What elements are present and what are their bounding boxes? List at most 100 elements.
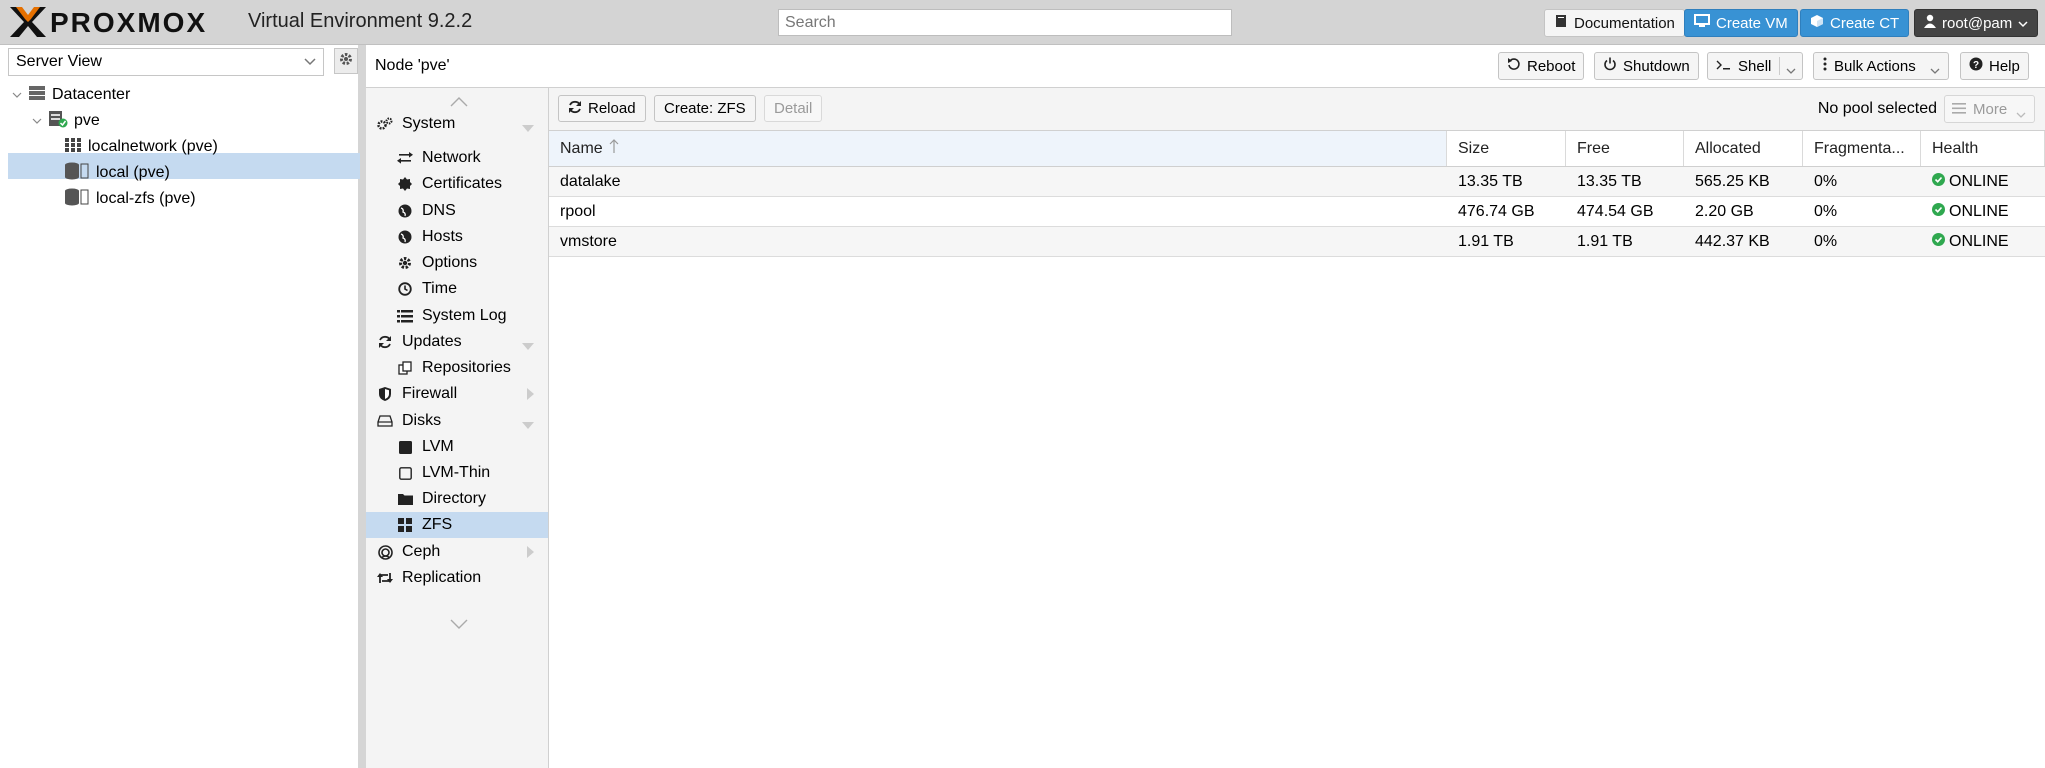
table-row[interactable]: rpool 476.74 GB 474.54 GB 2.20 GB 0% ONL… (549, 197, 2045, 227)
nav-time[interactable]: Time (366, 276, 548, 302)
nav-system-log[interactable]: System Log (366, 303, 548, 329)
column-label: Free (1577, 139, 1610, 157)
node-online-icon (48, 110, 68, 133)
scroll-up-icon[interactable] (450, 94, 468, 112)
server-stack-icon (28, 85, 46, 106)
reload-button[interactable]: Reload (558, 95, 646, 122)
cell-fragmentation: 0% (1814, 202, 1838, 220)
grid-header: Name Size Free Allocated Fragmenta... He… (549, 131, 2045, 167)
nav-disks[interactable]: Disks (366, 408, 548, 434)
version-label: Virtual Environment 9.2.2 (248, 10, 473, 32)
node-header: Node 'pve' Reboot Shutdown Shell Bulk Ac… (366, 45, 2045, 88)
scroll-down-icon[interactable] (450, 616, 468, 634)
column-header-size[interactable]: Size (1447, 131, 1566, 166)
search-input[interactable] (778, 9, 1232, 36)
tree-item-label: local (pve) (96, 164, 170, 181)
exchange-icon (397, 150, 413, 166)
power-icon (1603, 57, 1617, 75)
globe-icon (397, 229, 413, 245)
nav-certificates[interactable]: Certificates (366, 171, 548, 197)
nav-label: Replication (402, 569, 482, 586)
help-button[interactable]: ? Help (1960, 52, 2029, 80)
tree-settings-button[interactable] (334, 48, 358, 74)
nav-label: Options (422, 254, 478, 271)
user-icon (1924, 14, 1936, 32)
column-header-allocated[interactable]: Allocated (1684, 131, 1803, 166)
resource-tree: Server View Datacenter pve localnetwork … (0, 45, 362, 768)
nav-dns[interactable]: DNS (366, 198, 548, 224)
documentation-button[interactable]: Documentation (1544, 9, 1685, 37)
nav-repositories[interactable]: Repositories (366, 355, 548, 381)
create-zfs-button[interactable]: Create: ZFS (654, 95, 756, 122)
user-menu-button[interactable]: root@pam (1914, 9, 2039, 37)
view-selector[interactable]: Server View (8, 48, 324, 76)
node-panel: Node 'pve' Reboot Shutdown Shell Bulk Ac… (366, 45, 2045, 768)
health-label: ONLINE (1949, 232, 2009, 250)
nav-directory[interactable]: Directory (366, 486, 548, 512)
tree-item-pve[interactable]: pve (32, 108, 100, 134)
cell-size: 476.74 GB (1458, 202, 1535, 220)
cell-fragmentation: 0% (1814, 172, 1838, 190)
expand-down-icon (522, 119, 534, 137)
nav-zfs[interactable]: ZFS (366, 512, 548, 538)
column-label: Size (1458, 139, 1490, 157)
cell-health: ONLINE (1921, 227, 2045, 256)
clock-icon (397, 281, 413, 297)
square-filled-icon (397, 439, 413, 455)
column-header-health[interactable]: Health (1921, 131, 2045, 166)
gear-icon (397, 255, 413, 271)
pool-status-text: No pool selected (1817, 100, 1937, 117)
shutdown-button[interactable]: Shutdown (1594, 52, 1699, 80)
nav-hosts[interactable]: Hosts (366, 224, 548, 250)
node-submenu: System Network Certificates DNS Hosts Op… (366, 88, 549, 768)
undo-icon (1507, 57, 1521, 75)
bulk-actions-button[interactable]: Bulk Actions (1813, 52, 1949, 80)
nav-ceph[interactable]: Ceph (366, 539, 548, 565)
nav-updates[interactable]: Updates (366, 329, 548, 355)
nav-label: Repositories (422, 359, 511, 376)
shield-icon (377, 386, 393, 402)
reboot-button[interactable]: Reboot (1498, 52, 1585, 80)
column-header-name[interactable]: Name (549, 131, 1447, 166)
nav-label: LVM (422, 438, 454, 455)
column-header-free[interactable]: Free (1566, 131, 1684, 166)
chevron-down-icon (1930, 62, 1940, 79)
tree-item-datacenter[interactable]: Datacenter (12, 82, 130, 108)
table-row[interactable]: datalake 13.35 TB 13.35 TB 565.25 KB 0% … (549, 167, 2045, 197)
nav-lvm[interactable]: LVM (366, 434, 548, 460)
tree-item-local[interactable]: local (pve) (64, 160, 170, 186)
table-row[interactable]: vmstore 1.91 TB 1.91 TB 442.37 KB 0% ONL… (549, 227, 2045, 257)
terminal-icon (1716, 58, 1732, 75)
folder-icon (397, 491, 413, 507)
more-button[interactable]: More (1944, 95, 2035, 123)
nav-system[interactable]: System (366, 111, 548, 137)
column-label: Fragmenta... (1814, 139, 1905, 157)
nav-lvm-thin[interactable]: LVM-Thin (366, 460, 548, 486)
sort-ascending-icon (609, 138, 619, 159)
chevron-down-icon (304, 53, 316, 71)
cell-name: vmstore (560, 232, 617, 250)
tree-item-localnetwork[interactable]: localnetwork (pve) (64, 134, 218, 160)
nav-label: Certificates (422, 175, 503, 192)
tree-item-label: Datacenter (52, 86, 131, 103)
nav-label: Directory (422, 490, 487, 507)
check-circle-icon (1932, 202, 1945, 221)
nav-network[interactable]: Network (366, 145, 548, 171)
column-label: Allocated (1695, 139, 1761, 157)
detail-button[interactable]: Detail (764, 95, 823, 122)
create-vm-button[interactable]: Create VM (1684, 9, 1798, 37)
detail-label: Detail (774, 100, 813, 117)
cell-free: 1.91 TB (1577, 232, 1633, 250)
column-header-fragmentation[interactable]: Fragmenta... (1803, 131, 1921, 166)
create-ct-button[interactable]: Create CT (1800, 9, 1910, 37)
nav-options[interactable]: Options (366, 250, 548, 276)
shell-button[interactable]: Shell (1707, 52, 1803, 80)
th-large-icon (397, 517, 413, 533)
column-label: Health (1932, 139, 1979, 157)
nav-firewall[interactable]: Firewall (366, 381, 548, 407)
tree-item-local-zfs[interactable]: local-zfs (pve) (64, 186, 196, 212)
create-vm-label: Create VM (1716, 14, 1788, 32)
expand-right-icon (527, 545, 534, 563)
nav-replication[interactable]: Replication (366, 565, 548, 591)
copy-icon (397, 360, 413, 376)
